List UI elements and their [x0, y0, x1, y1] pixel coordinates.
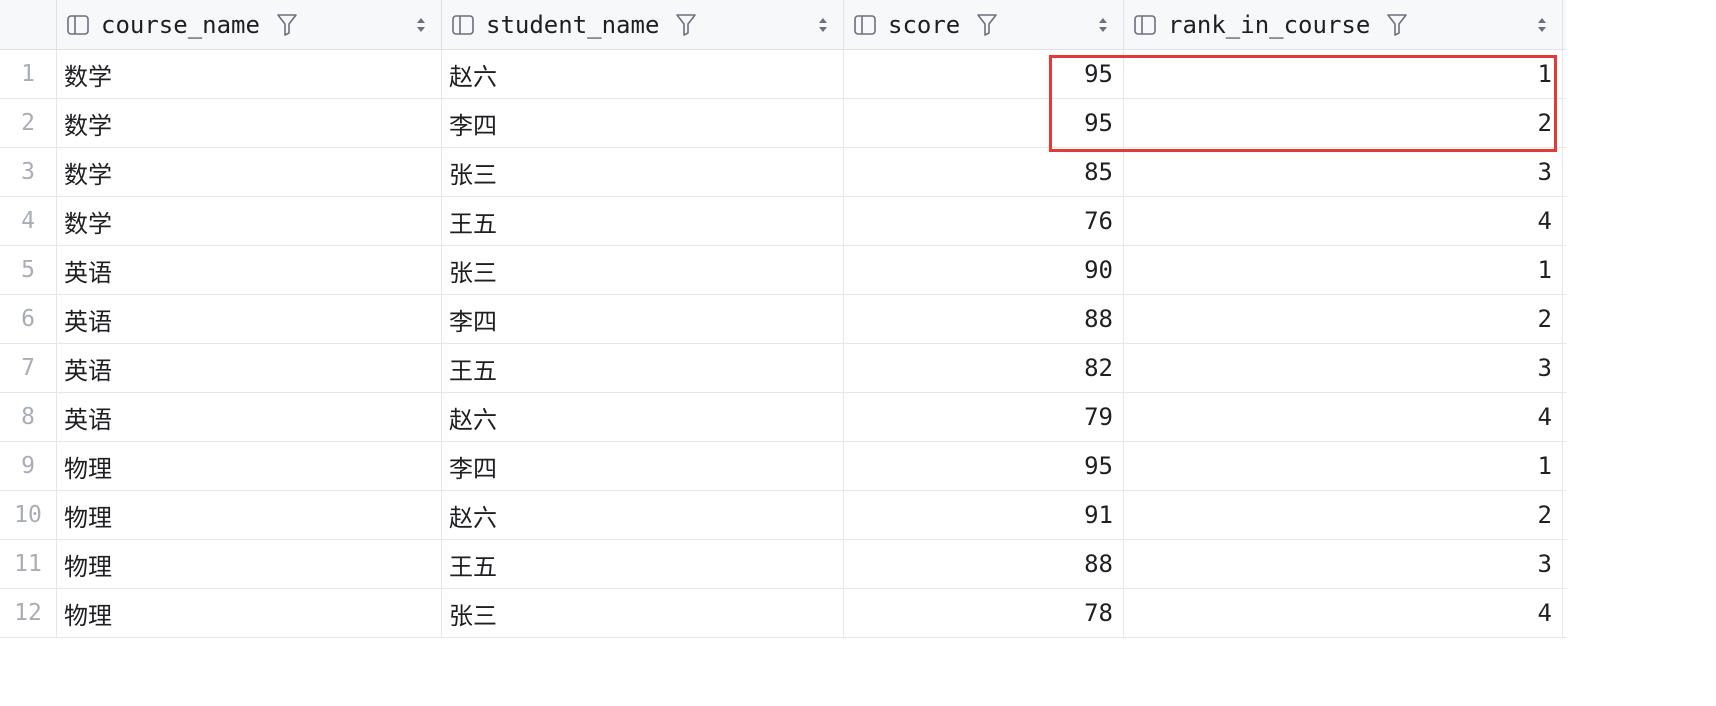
table-row[interactable]: 10 物理 赵六 91 2 [0, 491, 1566, 540]
table-row[interactable]: 4 数学 王五 76 4 [0, 197, 1566, 246]
rank-cell[interactable]: 4 [1124, 197, 1563, 245]
row-number: 2 [0, 99, 57, 147]
row-number: 8 [0, 393, 57, 441]
row-number: 6 [0, 295, 57, 343]
score-cell[interactable]: 76 [844, 197, 1124, 245]
table-row[interactable]: 9 物理 李四 95 1 [0, 442, 1566, 491]
student-name-cell[interactable]: 张三 [442, 589, 844, 637]
student-name-cell[interactable]: 张三 [442, 246, 844, 294]
rank-cell[interactable]: 3 [1124, 540, 1563, 588]
score-cell[interactable]: 79 [844, 393, 1124, 441]
course-name-cell[interactable]: 英语 [57, 295, 442, 343]
rank-cell[interactable]: 4 [1124, 393, 1563, 441]
course-name-cell[interactable]: 数学 [57, 197, 442, 245]
column-icon [854, 14, 876, 35]
row-number: 9 [0, 442, 57, 490]
course-name-cell[interactable]: 英语 [57, 393, 442, 441]
course-name-cell[interactable]: 英语 [57, 344, 442, 392]
column-label: student_name [486, 10, 660, 39]
filter-icon[interactable] [976, 13, 998, 37]
row-number-header [0, 0, 57, 49]
rank-cell[interactable]: 1 [1124, 50, 1563, 98]
rank-cell[interactable]: 1 [1124, 442, 1563, 490]
row-number: 4 [0, 197, 57, 245]
table-row[interactable]: 1 数学 赵六 95 1 [0, 50, 1566, 99]
column-header-student-name[interactable]: student_name [442, 0, 844, 49]
student-name-cell[interactable]: 张三 [442, 148, 844, 196]
course-name-cell[interactable]: 数学 [57, 148, 442, 196]
course-name-cell[interactable]: 物理 [57, 491, 442, 539]
rank-cell[interactable]: 1 [1124, 246, 1563, 294]
score-cell[interactable]: 88 [844, 295, 1124, 343]
score-cell[interactable]: 78 [844, 589, 1124, 637]
column-label: rank_in_course [1168, 10, 1371, 39]
column-label: course_name [101, 10, 260, 39]
course-name-cell[interactable]: 数学 [57, 50, 442, 98]
student-name-cell[interactable]: 王五 [442, 344, 844, 392]
student-name-cell[interactable]: 李四 [442, 442, 844, 490]
rank-cell[interactable]: 2 [1124, 491, 1563, 539]
filter-icon[interactable] [276, 13, 298, 37]
rank-cell[interactable]: 4 [1124, 589, 1563, 637]
table-row[interactable]: 12 物理 张三 78 4 [0, 589, 1566, 638]
course-name-cell[interactable]: 物理 [57, 442, 442, 490]
column-icon [1134, 14, 1156, 35]
student-name-cell[interactable]: 李四 [442, 295, 844, 343]
row-number: 12 [0, 589, 57, 637]
rank-cell[interactable]: 2 [1124, 99, 1563, 147]
course-name-cell[interactable]: 物理 [57, 540, 442, 588]
table-row[interactable]: 3 数学 张三 85 3 [0, 148, 1566, 197]
row-number: 10 [0, 491, 57, 539]
column-label: score [888, 10, 961, 39]
sort-icon[interactable] [1536, 16, 1548, 34]
table-row[interactable]: 2 数学 李四 95 2 [0, 99, 1566, 148]
score-cell[interactable]: 90 [844, 246, 1124, 294]
row-number: 11 [0, 540, 57, 588]
score-cell[interactable]: 82 [844, 344, 1124, 392]
student-name-cell[interactable]: 王五 [442, 197, 844, 245]
score-cell[interactable]: 85 [844, 148, 1124, 196]
score-cell[interactable]: 95 [844, 99, 1124, 147]
column-header-course-name[interactable]: course_name [57, 0, 442, 49]
table-row[interactable]: 6 英语 李四 88 2 [0, 295, 1566, 344]
score-cell[interactable]: 88 [844, 540, 1124, 588]
course-name-cell[interactable]: 物理 [57, 589, 442, 637]
table-row[interactable]: 5 英语 张三 90 1 [0, 246, 1566, 295]
student-name-cell[interactable]: 王五 [442, 540, 844, 588]
column-header-score[interactable]: score [844, 0, 1124, 49]
table-row[interactable]: 11 物理 王五 88 3 [0, 540, 1566, 589]
row-number: 1 [0, 50, 57, 98]
sort-icon[interactable] [1097, 16, 1109, 34]
table-row[interactable]: 8 英语 赵六 79 4 [0, 393, 1566, 442]
student-name-cell[interactable]: 赵六 [442, 491, 844, 539]
row-number: 3 [0, 148, 57, 196]
score-cell[interactable]: 91 [844, 491, 1124, 539]
course-name-cell[interactable]: 数学 [57, 99, 442, 147]
sort-icon[interactable] [817, 16, 829, 34]
filter-icon[interactable] [1386, 13, 1408, 37]
filter-icon[interactable] [675, 13, 697, 37]
score-cell[interactable]: 95 [844, 442, 1124, 490]
table-row[interactable]: 7 英语 王五 82 3 [0, 344, 1566, 393]
column-icon [452, 14, 474, 35]
row-number: 5 [0, 246, 57, 294]
column-icon [67, 14, 89, 35]
course-name-cell[interactable]: 英语 [57, 246, 442, 294]
sort-icon[interactable] [415, 16, 427, 34]
rank-cell[interactable]: 2 [1124, 295, 1563, 343]
rank-cell[interactable]: 3 [1124, 344, 1563, 392]
student-name-cell[interactable]: 李四 [442, 99, 844, 147]
row-number: 7 [0, 344, 57, 392]
result-grid: course_name student_name score rank_in_c… [0, 0, 1566, 638]
rank-cell[interactable]: 3 [1124, 148, 1563, 196]
header-row: course_name student_name score rank_in_c… [0, 0, 1566, 50]
score-cell[interactable]: 95 [844, 50, 1124, 98]
student-name-cell[interactable]: 赵六 [442, 50, 844, 98]
student-name-cell[interactable]: 赵六 [442, 393, 844, 441]
column-header-rank-in-course[interactable]: rank_in_course [1124, 0, 1563, 49]
